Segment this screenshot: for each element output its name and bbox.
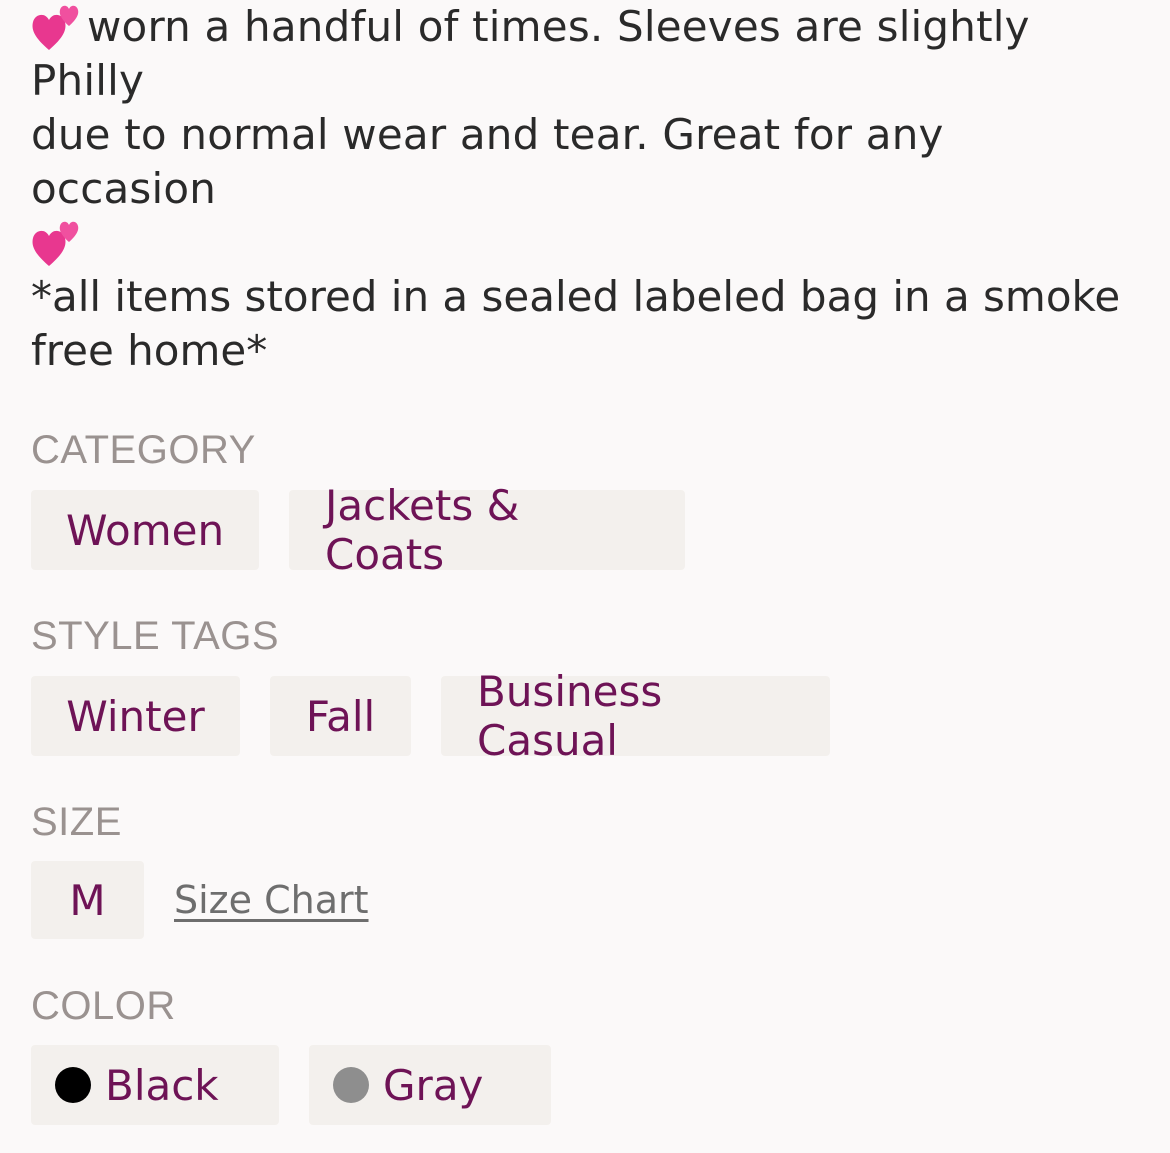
gray-swatch-icon [333,1067,369,1103]
category-chip-women[interactable]: Women [31,490,259,570]
color-name-gray: Gray [383,1060,484,1110]
style-tag-chips: Winter Fall Business Casual [31,667,830,765]
item-description: worn a handful of times. Sleeves are sli… [31,0,1141,270]
category-chips: Women Jackets & Coats [31,481,685,579]
color-label: COLOR [31,984,176,1028]
color-chips: Black Gray [31,1045,551,1125]
color-chip-gray[interactable]: Gray [309,1045,551,1125]
size-chart-link[interactable]: Size Chart [174,878,369,922]
storage-note: *all items stored in a sealed labeled ba… [31,272,1121,375]
color-name-black: Black [105,1060,219,1110]
two-hearts-icon [31,216,87,270]
size-row: M Size Chart [31,861,369,939]
size-label: SIZE [31,800,122,844]
description-line-1: worn a handful of times. Sleeves are sli… [31,2,1030,105]
size-chip[interactable]: M [31,861,144,939]
color-chip-black[interactable]: Black [31,1045,279,1125]
black-swatch-icon [55,1067,91,1103]
style-tags-label: STYLE TAGS [31,614,280,658]
two-hearts-icon [31,0,87,54]
category-label: CATEGORY [31,428,256,472]
description-line-2: due to normal wear and tear. Great for a… [31,110,944,213]
style-tag-winter[interactable]: Winter [31,676,240,756]
style-tag-business-casual[interactable]: Business Casual [441,667,830,765]
style-tag-fall[interactable]: Fall [270,676,411,756]
category-chip-jackets-coats[interactable]: Jackets & Coats [289,481,685,579]
